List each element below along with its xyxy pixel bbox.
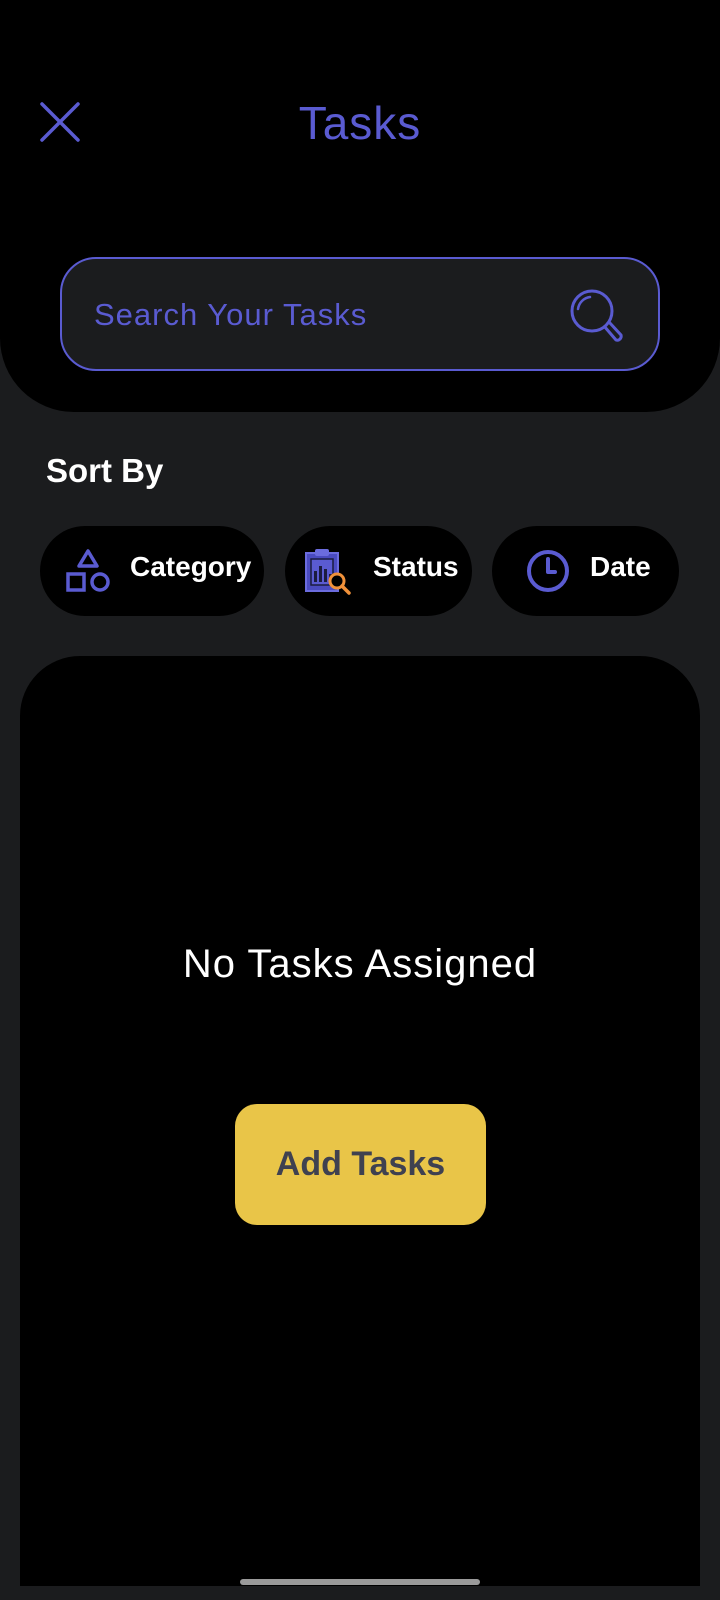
header-panel: Tasks — [0, 0, 720, 412]
sort-category-label: Category — [130, 551, 252, 582]
clock-icon — [527, 550, 569, 592]
search-input[interactable] — [94, 289, 534, 341]
sort-status-button[interactable]: Status — [285, 526, 472, 616]
search-icon[interactable] — [568, 287, 624, 347]
sort-by-label: Sort By — [46, 452, 164, 489]
shapes-icon — [66, 549, 110, 592]
sort-date-label: Date — [590, 551, 651, 582]
sort-date-button[interactable]: Date — [492, 526, 679, 616]
home-indicator[interactable] — [240, 1579, 480, 1585]
sort-category-button[interactable]: Category — [40, 526, 264, 616]
tasks-screen: Tasks Sort By Category — [0, 0, 720, 1600]
add-tasks-button[interactable]: Add Tasks — [235, 1104, 486, 1225]
task-list-panel: No Tasks Assigned Add Tasks — [20, 656, 700, 1586]
sort-status-label: Status — [373, 551, 459, 582]
page-title: Tasks — [298, 97, 422, 149]
search-box[interactable] — [60, 257, 660, 371]
clipboard-chart-search-icon — [305, 549, 351, 595]
empty-state-message: No Tasks Assigned — [182, 942, 538, 986]
